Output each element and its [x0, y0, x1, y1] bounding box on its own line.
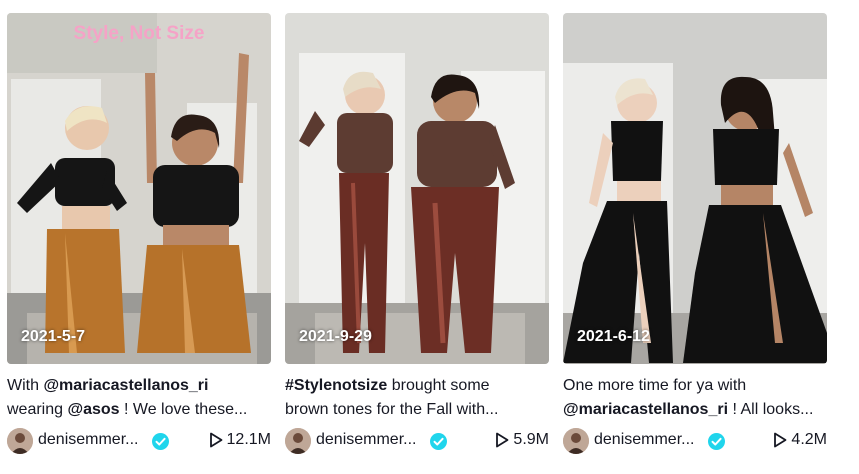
author-name[interactable]: denisemmer... — [38, 431, 138, 449]
verified-badge-icon — [152, 433, 169, 450]
view-count-value: 4.2M — [791, 431, 827, 448]
overlay-text: Style, Not Size — [74, 23, 205, 44]
mention-link[interactable]: @mariacastellanos_ri — [43, 377, 208, 394]
video-grid: Style, Not Size 2021-5-7 With @mariacast… — [7, 13, 852, 474]
video-thumbnail-image — [563, 13, 827, 364]
verified-badge-icon — [430, 433, 447, 450]
video-meta: denisemmer... 12.1M — [7, 427, 271, 455]
caption-text: brown tones for the Fall with... — [285, 401, 499, 418]
video-date: 2021-9-29 — [299, 328, 372, 345]
video-thumbnail[interactable]: Style, Not Size 2021-5-7 — [7, 13, 271, 364]
caption-line: #Stylenotsize brought some — [285, 374, 549, 398]
caption-line: wearing @asos ! We love these... — [7, 398, 271, 422]
view-count: 12.1M — [209, 431, 271, 449]
mention-link[interactable]: @asos — [67, 401, 119, 418]
view-count: 5.9M — [495, 431, 549, 449]
caption-text: With — [7, 377, 44, 394]
caption-text: wearing — [7, 401, 68, 418]
view-count-value: 5.9M — [513, 431, 549, 448]
video-meta: denisemmer... 4.2M — [563, 427, 827, 455]
video-thumbnail-image: Style, Not Size — [7, 13, 271, 364]
video-date: 2021-6-12 — [577, 328, 650, 345]
avatar[interactable] — [563, 428, 589, 454]
video-thumbnail[interactable]: 2021-6-12 — [563, 13, 827, 364]
caption-text: ! All looks... — [728, 401, 814, 418]
video-card: 2021-6-12 One more time for ya with @mar… — [563, 13, 827, 474]
author-name[interactable]: denisemmer... — [316, 431, 416, 449]
caption-line: One more time for ya with — [563, 374, 827, 398]
verified-badge-icon — [708, 433, 725, 450]
video-caption[interactable]: One more time for ya with @mariacastella… — [563, 374, 827, 422]
video-card: Style, Not Size 2021-5-7 With @mariacast… — [7, 13, 271, 474]
avatar[interactable] — [7, 428, 33, 454]
video-thumbnail-image — [285, 13, 549, 364]
avatar[interactable] — [285, 428, 311, 454]
caption-line: brown tones for the Fall with... — [285, 398, 549, 422]
view-count-value: 12.1M — [226, 431, 271, 448]
view-count: 4.2M — [773, 431, 827, 449]
play-icon — [774, 432, 787, 448]
author-name[interactable]: denisemmer... — [594, 431, 694, 449]
caption-line: @mariacastellanos_ri ! All looks... — [563, 398, 827, 422]
caption-text: ! We love these... — [119, 401, 248, 418]
caption-text: brought some — [387, 377, 490, 394]
video-card: 2021-9-29 #Stylenotsize brought some bro… — [285, 13, 549, 474]
video-caption[interactable]: #Stylenotsize brought some brown tones f… — [285, 374, 549, 422]
play-icon — [496, 432, 509, 448]
caption-line: With @mariacastellanos_ri — [7, 374, 271, 398]
video-caption[interactable]: With @mariacastellanos_ri wearing @asos … — [7, 374, 271, 422]
video-thumbnail[interactable]: 2021-9-29 — [285, 13, 549, 364]
caption-text: One more time for ya with — [563, 377, 747, 394]
hashtag-link[interactable]: #Stylenotsize — [285, 377, 387, 394]
mention-link[interactable]: @mariacastellanos_ri — [563, 401, 728, 418]
play-icon — [209, 432, 222, 448]
video-date: 2021-5-7 — [21, 328, 86, 345]
video-meta: denisemmer... 5.9M — [285, 427, 549, 455]
